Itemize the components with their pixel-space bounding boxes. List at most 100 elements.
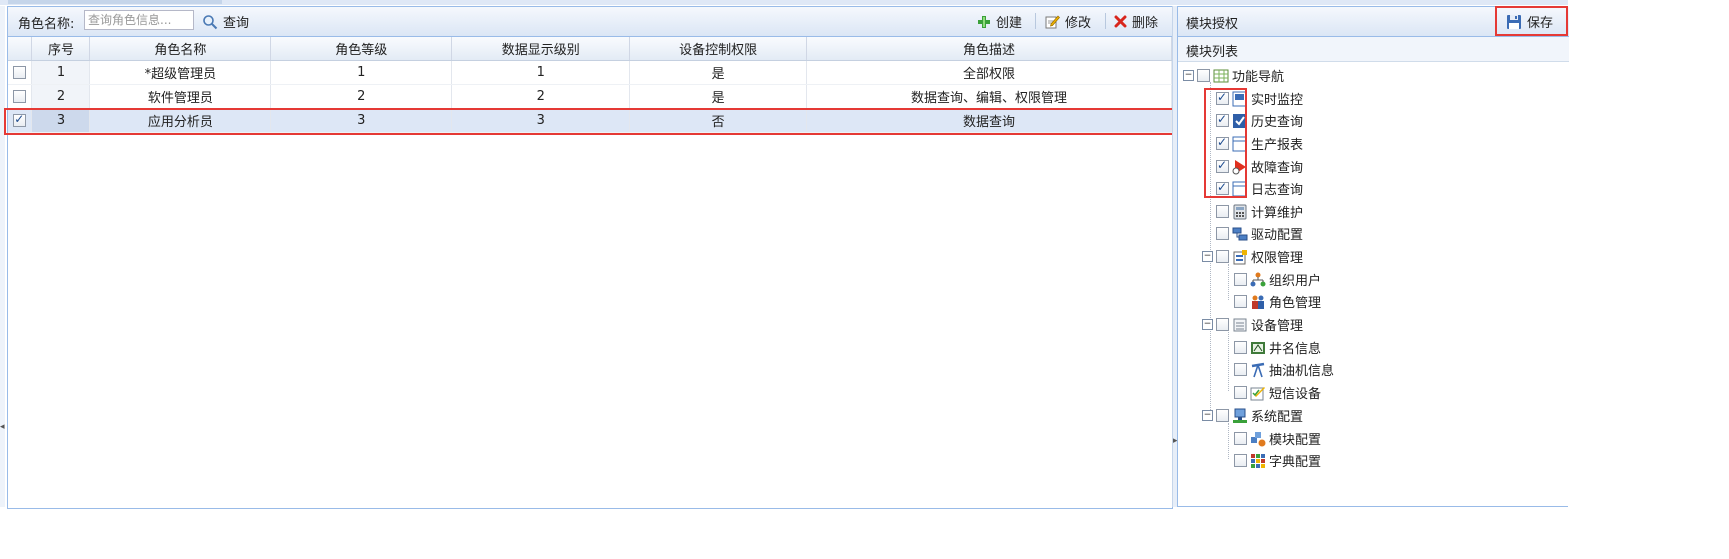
device-control-cell: 是 [629, 60, 808, 85]
device-control-cell: 是 [629, 84, 808, 109]
module-auth-title: 模块授权 [1186, 17, 1239, 32]
tree-node[interactable]: 字典配置 [1234, 451, 1321, 470]
role-level-cell: 2 [270, 84, 453, 109]
row-checkbox[interactable] [13, 66, 27, 79]
tree-label: 模块配置 [1269, 433, 1322, 448]
column-header[interactable]: 序号 [31, 37, 91, 61]
role-search-input[interactable] [84, 10, 194, 30]
column-header[interactable]: 角色名称 [89, 37, 272, 61]
tree-label: 角色管理 [1269, 296, 1322, 311]
tree-checkbox[interactable] [1234, 295, 1247, 308]
tree-checkbox[interactable] [1216, 318, 1229, 331]
tree-node-root[interactable]: − 功能导航 [1183, 66, 1284, 85]
tree-checkbox[interactable] [1234, 454, 1247, 467]
module-list-title: 模块列表 [1186, 45, 1239, 60]
driver-icon [1232, 227, 1248, 240]
create-button[interactable]: 创建 [977, 12, 1022, 31]
display-level-cell: 1 [451, 60, 631, 85]
tree-label: 抽油机信息 [1269, 364, 1335, 379]
edit-button[interactable]: 修改 [1045, 12, 1091, 31]
table-row[interactable]: 2 软件管理员 2 2 是 数据查询、编辑、权限管理 [8, 84, 1172, 109]
column-header[interactable]: 数据显示级别 [451, 37, 631, 61]
dictionary-icon [1251, 453, 1265, 468]
description-cell: 数据查询、编辑、权限管理 [806, 84, 1172, 109]
tree-node[interactable]: 短信设备 [1234, 383, 1321, 402]
permission-icon [1233, 249, 1247, 264]
display-level-cell: 2 [451, 84, 631, 109]
query-button[interactable]: 查询 [202, 12, 249, 31]
tree-node-group[interactable]: − 权限管理 [1202, 247, 1303, 266]
tree-label: 计算维护 [1251, 206, 1304, 221]
row-checkbox[interactable] [13, 90, 27, 103]
collapse-toggle[interactable]: − [1202, 319, 1213, 330]
tree-checkbox[interactable] [1234, 432, 1247, 445]
column-header[interactable]: 角色等级 [270, 37, 453, 61]
search-icon [203, 14, 218, 29]
description-cell: 数据查询 [806, 108, 1172, 133]
tree-label: 日志查询 [1251, 183, 1304, 198]
tree-label: 权限管理 [1251, 251, 1304, 266]
plus-icon [978, 15, 990, 28]
column-header[interactable]: 角色描述 [806, 37, 1172, 61]
tree-node[interactable]: 计算维护 [1216, 202, 1303, 221]
column-header[interactable]: 设备控制权限 [629, 37, 808, 61]
tree-checkbox[interactable] [1234, 363, 1247, 376]
tree-node[interactable]: 角色管理 [1234, 292, 1321, 311]
tree-checkbox[interactable] [1216, 227, 1229, 240]
delete-button[interactable]: 删除 [1114, 12, 1158, 31]
grid-header-row: 序号 角色名称 角色等级 数据显示级别 设备控制权限 角色描述 [8, 37, 1172, 61]
role-level-cell: 3 [270, 108, 453, 133]
tree-label: 驱动配置 [1251, 228, 1304, 243]
tree-checkbox[interactable] [1216, 205, 1229, 218]
tree-node[interactable]: 模块配置 [1234, 429, 1321, 448]
role-name-cell: 应用分析员 [89, 108, 272, 133]
toolbar: 角色名称: 查询 创建 修改 删除 [8, 7, 1172, 37]
select-all-header[interactable] [8, 37, 33, 61]
role-grid: 序号 角色名称 角色等级 数据显示级别 设备控制权限 角色描述 1 *超级管理员… [8, 37, 1172, 133]
tree-node[interactable]: 井名信息 [1234, 338, 1321, 357]
system-icon [1233, 408, 1247, 423]
role-list-panel: 角色名称: 查询 创建 修改 删除 序号 角色名称 [7, 6, 1173, 509]
calculator-icon [1233, 204, 1247, 219]
tree-checkbox[interactable] [1216, 250, 1229, 263]
tree-label: 设备管理 [1251, 319, 1304, 334]
tree-checkbox[interactable] [1197, 69, 1210, 82]
query-label: 查询 [223, 16, 250, 31]
tree-label: 故障查询 [1251, 161, 1304, 176]
tree-node-group[interactable]: − 设备管理 [1202, 315, 1303, 334]
table-row[interactable]: 1 *超级管理员 1 1 是 全部权限 [8, 60, 1172, 85]
role-icon [1252, 295, 1264, 309]
tree-node[interactable]: 驱动配置 [1216, 224, 1303, 243]
tree-label: 短信设备 [1269, 387, 1322, 402]
tree-checkbox[interactable] [1216, 409, 1229, 422]
table-row-selected[interactable]: 3 应用分析员 3 3 否 数据查询 [8, 108, 1172, 133]
description-cell: 全部权限 [806, 60, 1172, 85]
delete-label: 删除 [1132, 16, 1159, 31]
collapse-toggle[interactable]: − [1202, 251, 1213, 262]
collapse-toggle[interactable]: − [1202, 410, 1213, 421]
tree-checkbox[interactable] [1234, 273, 1247, 286]
pump-icon [1251, 362, 1265, 377]
delete-icon [1114, 15, 1127, 28]
tree-checkbox[interactable] [1234, 386, 1247, 399]
save-button-highlight [1495, 6, 1568, 36]
edit-label: 修改 [1065, 16, 1092, 31]
tree-node-group[interactable]: − 系统配置 [1202, 406, 1303, 425]
tree-node[interactable]: 组织用户 [1234, 270, 1321, 289]
tree-label: 井名信息 [1269, 342, 1322, 357]
org-icon [1250, 272, 1266, 286]
create-label: 创建 [996, 16, 1023, 31]
left-collapse-edge[interactable]: ◂ [0, 6, 5, 507]
role-name-cell: *超级管理员 [89, 60, 272, 85]
tree-label: 生产报表 [1251, 138, 1304, 153]
row-checkbox[interactable] [13, 112, 27, 127]
device-icon [1233, 318, 1247, 331]
display-level-cell: 3 [451, 108, 631, 133]
tree-checkbox[interactable] [1234, 341, 1247, 354]
role-name-cell: 软件管理员 [89, 84, 272, 109]
grid-nav-icon [1213, 69, 1229, 82]
collapse-toggle[interactable]: − [1183, 70, 1194, 81]
tree-node[interactable]: 抽油机信息 [1234, 360, 1334, 379]
tree-label: 功能导航 [1232, 70, 1285, 85]
row-number: 1 [31, 60, 91, 85]
